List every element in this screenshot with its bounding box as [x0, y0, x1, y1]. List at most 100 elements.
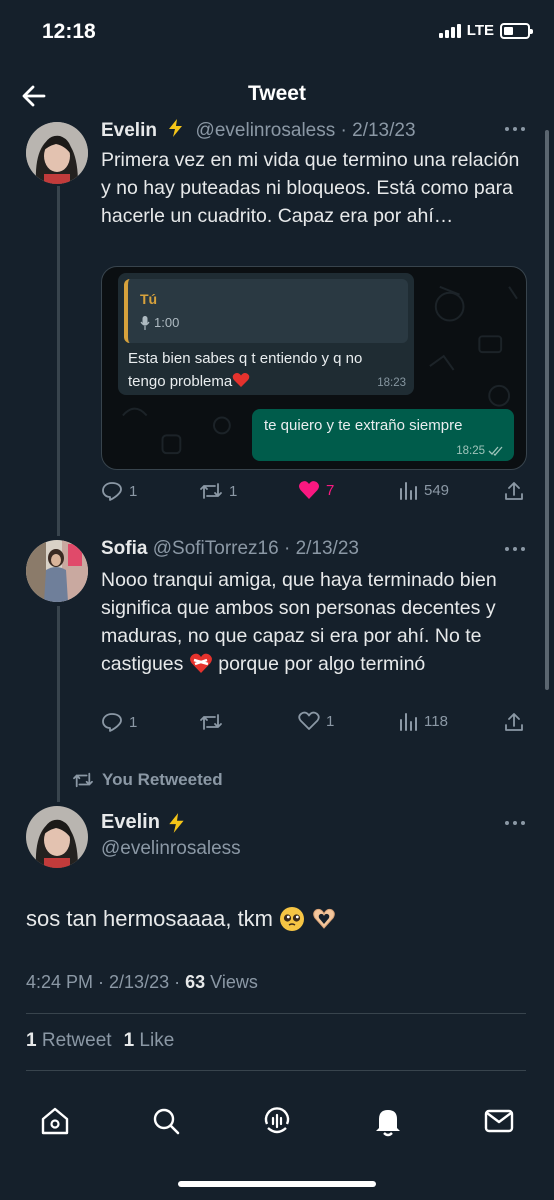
views-label: Views [210, 972, 258, 992]
thread-line [57, 606, 60, 802]
incoming-message: Tú 1:00 Esta bien sabes q t entiendo y q… [118, 273, 414, 395]
tweet-date: · 2/13/23 [340, 120, 416, 141]
incoming-text: Esta bien sabes q t entiendo y q no teng… [128, 347, 404, 393]
avatar[interactable] [26, 540, 88, 602]
message-time: 18:23 [377, 377, 406, 389]
more-icon[interactable] [503, 124, 527, 134]
retweet-button[interactable]: 1 [199, 480, 237, 502]
retweets-stat[interactable]: 1 Retweet [26, 1030, 112, 1052]
divider [26, 1013, 526, 1014]
outgoing-text: te quiero y te extraño siempre [264, 417, 463, 434]
tweet-stats: 1 Retweet 1 Like [26, 1030, 174, 1052]
scrollbar[interactable] [545, 130, 549, 690]
like-stat-count: 1 [123, 1030, 135, 1051]
share-button[interactable] [503, 711, 525, 733]
home-indicator[interactable] [178, 1181, 376, 1187]
tweet-date: · 2/13/23 [283, 538, 359, 559]
home-icon[interactable] [38, 1104, 72, 1138]
mending-heart-emoji [189, 653, 212, 673]
views-button[interactable]: 118 [398, 711, 448, 731]
retweet-icon [73, 772, 93, 788]
status-bar: 12:18 LTE [0, 0, 554, 62]
analytics-icon [400, 482, 417, 500]
tweet-actions: 1 1 118 [101, 711, 527, 741]
tweet-media[interactable]: Tú 1:00 Esta bien sabes q t entiendo y q… [101, 266, 527, 470]
heart-filled-icon [298, 481, 320, 499]
author-handle[interactable]: @evelinrosaless [101, 838, 241, 860]
retweet-stat-label: Retweet [41, 1030, 112, 1051]
author-name[interactable]: Sofia [101, 538, 147, 559]
share-button[interactable] [503, 480, 525, 502]
double-check-icon [488, 446, 503, 456]
divider [26, 1070, 526, 1071]
tweet-timestamp: 4:24 PM · 2/13/23 · [26, 972, 181, 992]
message-time: 18:25 [456, 445, 504, 457]
tweet-meta: 4:24 PM · 2/13/23 · 63 Views [26, 972, 258, 993]
quoted-message: Tú 1:00 [124, 279, 408, 343]
reply-icon [102, 713, 122, 732]
reply-button[interactable]: 1 [101, 711, 137, 733]
reply-count: 1 [129, 713, 138, 731]
top-nav: Tweet [0, 70, 554, 120]
lightning-emoji [169, 119, 183, 137]
retweet-stat-count: 1 [26, 1030, 37, 1051]
tweet-header: Sofia @SofiTorrez16 · 2/13/23 [101, 538, 359, 560]
retweet-button[interactable] [199, 711, 229, 733]
signal-icon [438, 23, 461, 38]
heart-icon [298, 711, 320, 730]
tweet-text: sos tan hermosaaaa, tkm [26, 906, 337, 932]
tweet-text: Primera vez en mi vida que termino una r… [101, 149, 520, 227]
outgoing-message: te quiero y te extraño siempre 18:25 [252, 409, 514, 461]
retweeted-indicator: You Retweeted [72, 770, 223, 790]
tweet-header: Evelin @evelinrosaless · 2/13/23 [101, 118, 416, 142]
share-icon [505, 713, 523, 731]
messages-icon[interactable] [482, 1104, 516, 1138]
audio-duration: 1:00 [154, 315, 180, 330]
like-button[interactable]: 1 [298, 711, 334, 731]
pleading-face-emoji [280, 907, 305, 931]
more-icon[interactable] [503, 818, 527, 828]
like-count: 7 [326, 481, 335, 499]
analytics-icon [400, 713, 417, 731]
author-handle[interactable]: @SofiTorrez16 [153, 538, 279, 559]
heart-hands-emoji [313, 908, 335, 929]
status-indicators: LTE [438, 22, 533, 39]
more-icon[interactable] [503, 544, 527, 554]
like-stat-label: Like [139, 1030, 175, 1051]
quoted-name: Tú [140, 291, 158, 307]
share-icon [505, 482, 523, 500]
spaces-icon[interactable] [260, 1104, 294, 1138]
reply-count: 1 [129, 482, 138, 500]
red-heart-emoji [232, 373, 250, 387]
notifications-icon[interactable] [371, 1104, 405, 1138]
views-count: 63 [185, 972, 206, 992]
view-count: 118 [424, 712, 448, 730]
battery-icon [500, 22, 533, 39]
lightning-emoji [169, 812, 184, 833]
author-name[interactable]: Evelin [101, 811, 188, 834]
quoted-audio: 1:00 [140, 315, 179, 330]
microphone-icon [140, 315, 150, 330]
views-button[interactable]: 549 [398, 480, 449, 500]
retweet-count: 1 [229, 482, 238, 500]
like-button[interactable]: 7 [298, 480, 334, 500]
avatar[interactable] [26, 806, 88, 868]
likes-stat[interactable]: 1 Like [124, 1030, 175, 1052]
network-label: LTE [466, 22, 494, 39]
author-name[interactable]: Evelin [101, 120, 157, 141]
status-time: 12:18 [42, 20, 96, 43]
retweeted-label: You Retweeted [102, 770, 223, 789]
avatar[interactable] [26, 122, 88, 184]
tweet-text-part: porque por algo terminó [218, 653, 426, 675]
page-title: Tweet [248, 82, 306, 105]
view-count: 549 [424, 481, 450, 499]
retweet-icon [200, 714, 222, 730]
search-icon[interactable] [149, 1104, 183, 1138]
thread-line [57, 186, 60, 536]
author-handle[interactable]: @evelinrosaless [196, 120, 336, 141]
reply-button[interactable]: 1 [101, 480, 137, 502]
reply-icon [102, 482, 122, 501]
author-name-text: Evelin [101, 811, 160, 833]
like-count: 1 [326, 712, 335, 730]
outgoing-time: 18:25 [456, 445, 485, 457]
